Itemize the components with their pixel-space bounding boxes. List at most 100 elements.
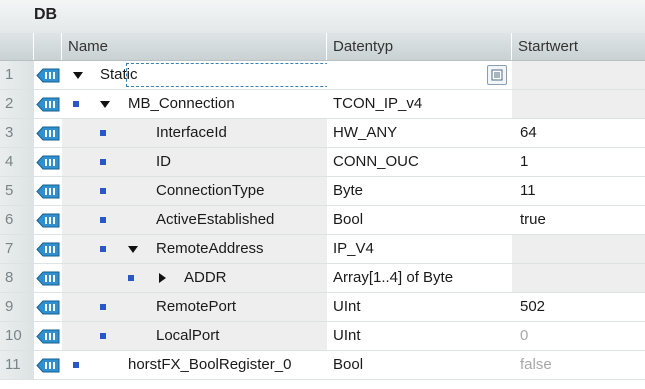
name-cell[interactable]: horstFX_BoolRegister_0 bbox=[62, 351, 327, 379]
header-icon-col bbox=[34, 33, 62, 60]
variable-name: RemotePort bbox=[156, 298, 237, 315]
header-rownum bbox=[0, 33, 34, 60]
square-bullet-icon bbox=[100, 217, 106, 223]
block-title: DB bbox=[34, 6, 58, 23]
variable-name: ID bbox=[156, 153, 171, 170]
square-bullet-icon bbox=[100, 130, 106, 136]
interface-tag-icon bbox=[36, 300, 60, 315]
row-number: 9 bbox=[0, 293, 34, 321]
expand-arrow-icon[interactable] bbox=[159, 273, 166, 283]
collapse-arrow-icon[interactable] bbox=[73, 72, 83, 79]
variable-name: Static bbox=[100, 66, 138, 83]
row-number: 6 bbox=[0, 206, 34, 234]
startvalue-cell[interactable] bbox=[512, 90, 645, 118]
name-cell[interactable]: ActiveEstablished bbox=[62, 206, 327, 234]
square-bullet-icon bbox=[73, 101, 79, 107]
square-bullet-icon bbox=[73, 362, 79, 368]
interface-tag-icon bbox=[36, 155, 60, 170]
row-number: 8 bbox=[0, 264, 34, 292]
cell-focus-outline bbox=[126, 63, 327, 87]
table-row[interactable]: 3 InterfaceId HW_ANY 64 bbox=[0, 119, 645, 148]
datatype-cell[interactable]: TCON_IP_v4 bbox=[327, 90, 512, 118]
name-cell[interactable]: MB_Connection bbox=[62, 90, 327, 118]
variable-name: ConnectionType bbox=[156, 182, 265, 199]
interface-tag-icon bbox=[36, 271, 60, 286]
table-row[interactable]: 10 LocalPort UInt 0 bbox=[0, 322, 645, 351]
variable-name: MB_Connection bbox=[128, 95, 235, 112]
interface-tag-icon bbox=[36, 68, 60, 83]
table-row-addr[interactable]: 8 ADDR Array[1..4] of Byte bbox=[0, 264, 645, 293]
square-bullet-icon bbox=[100, 304, 106, 310]
row-number: 3 bbox=[0, 119, 34, 147]
table-row[interactable]: 4 ID CONN_OUC 1 bbox=[0, 148, 645, 177]
startvalue-cell[interactable]: 502 bbox=[512, 293, 645, 321]
table-row[interactable]: 11 horstFX_BoolRegister_0 Bool false bbox=[0, 351, 645, 380]
datatype-cell[interactable]: IP_V4 bbox=[327, 235, 512, 263]
interface-tag-icon bbox=[36, 358, 60, 373]
datatype-cell[interactable]: Array[1..4] of Byte bbox=[327, 264, 512, 292]
variable-name: ActiveEstablished bbox=[156, 211, 275, 228]
datatype-picker-button[interactable] bbox=[487, 65, 507, 85]
datatype-cell[interactable]: Bool bbox=[327, 206, 512, 234]
variable-name: ADDR bbox=[184, 269, 227, 286]
collapse-arrow-icon[interactable] bbox=[128, 246, 138, 253]
square-bullet-icon bbox=[100, 333, 106, 339]
collapse-arrow-icon[interactable] bbox=[100, 101, 110, 108]
interface-tag-icon bbox=[36, 97, 60, 112]
variable-name: LocalPort bbox=[156, 327, 220, 344]
row-number: 10 bbox=[0, 322, 34, 350]
startvalue-cell[interactable]: 11 bbox=[512, 177, 645, 205]
startvalue-cell[interactable] bbox=[512, 235, 645, 263]
name-cell[interactable]: RemoteAddress bbox=[62, 235, 327, 263]
header-startvalue[interactable]: Startwert bbox=[512, 33, 645, 60]
datatype-cell[interactable]: UInt bbox=[327, 322, 512, 350]
table-row-mb-connection[interactable]: 2 MB_Connection TCON_IP_v4 bbox=[0, 90, 645, 119]
table-row[interactable]: 5 ConnectionType Byte 11 bbox=[0, 177, 645, 206]
name-cell[interactable]: InterfaceId bbox=[62, 119, 327, 147]
datatype-cell[interactable]: HW_ANY bbox=[327, 119, 512, 147]
row-number: 2 bbox=[0, 90, 34, 118]
startvalue-cell[interactable]: false bbox=[512, 351, 645, 379]
interface-tag-icon bbox=[36, 242, 60, 257]
interface-tag-icon bbox=[36, 213, 60, 228]
startvalue-cell[interactable]: true bbox=[512, 206, 645, 234]
name-cell[interactable]: Static bbox=[62, 61, 327, 89]
row-number: 11 bbox=[0, 351, 34, 379]
list-picker-icon bbox=[491, 69, 503, 81]
row-number: 1 bbox=[0, 61, 34, 89]
name-cell[interactable]: RemotePort bbox=[62, 293, 327, 321]
header-name[interactable]: Name bbox=[62, 33, 327, 60]
table-row[interactable]: 9 RemotePort UInt 502 bbox=[0, 293, 645, 322]
header-datatype[interactable]: Datentyp bbox=[327, 33, 512, 60]
variable-name: horstFX_BoolRegister_0 bbox=[128, 356, 292, 373]
interface-tag-icon bbox=[36, 126, 60, 141]
name-cell[interactable]: LocalPort bbox=[62, 322, 327, 350]
square-bullet-icon bbox=[100, 246, 106, 252]
table-row[interactable]: 6 ActiveEstablished Bool true bbox=[0, 206, 645, 235]
startvalue-cell[interactable] bbox=[512, 264, 645, 292]
table-row-remote-address[interactable]: 7 RemoteAddress IP_V4 bbox=[0, 235, 645, 264]
name-cell[interactable]: ConnectionType bbox=[62, 177, 327, 205]
row-number: 4 bbox=[0, 148, 34, 176]
startvalue-cell[interactable]: 1 bbox=[512, 148, 645, 176]
variable-name: InterfaceId bbox=[156, 124, 227, 141]
startvalue-cell[interactable] bbox=[512, 61, 645, 89]
startvalue-cell[interactable]: 0 bbox=[512, 322, 645, 350]
square-bullet-icon bbox=[100, 159, 106, 165]
square-bullet-icon bbox=[100, 188, 106, 194]
name-cell[interactable]: ID bbox=[62, 148, 327, 176]
datatype-cell[interactable]: CONN_OUC bbox=[327, 148, 512, 176]
row-number: 7 bbox=[0, 235, 34, 263]
datatype-cell[interactable]: Bool bbox=[327, 351, 512, 379]
table-header: Name Datentyp Startwert bbox=[0, 33, 645, 61]
name-cell[interactable]: ADDR bbox=[62, 264, 327, 292]
table-row-static[interactable]: 1 Static bbox=[0, 61, 645, 90]
interface-tag-icon bbox=[36, 184, 60, 199]
row-number: 5 bbox=[0, 177, 34, 205]
square-bullet-icon bbox=[128, 275, 134, 281]
datatype-cell[interactable]: UInt bbox=[327, 293, 512, 321]
datatype-cell[interactable] bbox=[327, 61, 512, 89]
datatype-cell[interactable]: Byte bbox=[327, 177, 512, 205]
startvalue-cell[interactable]: 64 bbox=[512, 119, 645, 147]
interface-tag-icon bbox=[36, 329, 60, 344]
